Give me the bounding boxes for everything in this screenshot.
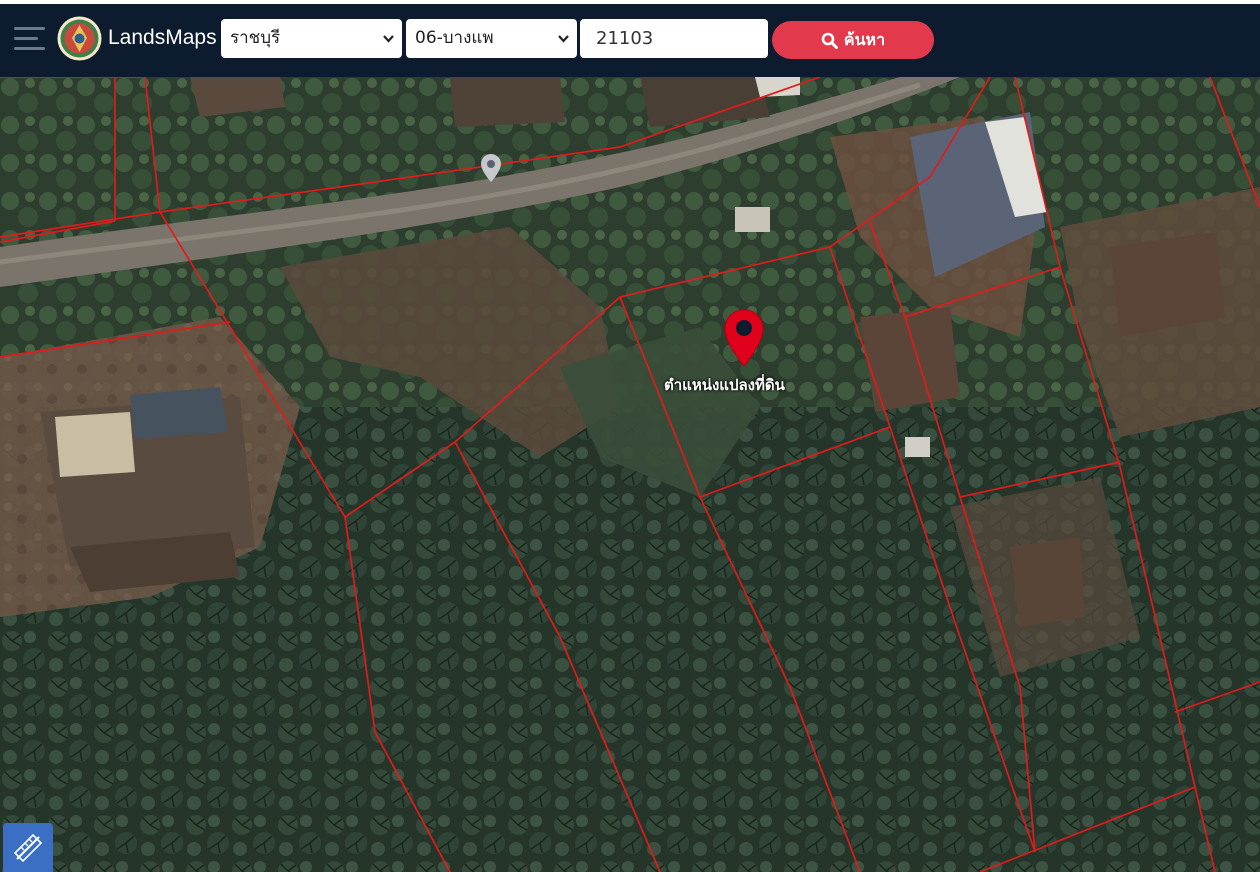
province-select[interactable]: ราชบุรี bbox=[221, 19, 402, 58]
search-icon bbox=[821, 32, 838, 49]
menu-icon[interactable] bbox=[14, 27, 46, 53]
district-select[interactable]: 06-บางแพ bbox=[406, 19, 577, 58]
satellite-map[interactable] bbox=[0, 77, 1260, 872]
chevron-down-icon bbox=[383, 35, 394, 43]
chevron-down-icon bbox=[558, 35, 569, 43]
measure-tool-button[interactable] bbox=[3, 823, 53, 872]
parcel-location-marker-icon[interactable] bbox=[722, 308, 766, 368]
parcel-location-label: ตำแหน่งแปลงที่ดิน bbox=[664, 376, 785, 394]
place-pin-icon[interactable] bbox=[481, 154, 501, 182]
ruler-measure-icon bbox=[13, 833, 43, 862]
search-button[interactable]: ค้นหา bbox=[772, 21, 934, 59]
district-value: 06-บางแพ bbox=[415, 28, 494, 48]
parcel-number-input[interactable]: 21103 bbox=[580, 19, 768, 58]
satellite-imagery bbox=[0, 77, 1260, 872]
brand-name: LandsMaps bbox=[108, 26, 217, 49]
province-value: ราชบุรี bbox=[230, 28, 281, 48]
department-of-lands-logo[interactable] bbox=[57, 16, 102, 61]
search-button-label: ค้นหา bbox=[843, 29, 886, 49]
top-bar: LandsMaps ราชบุรี 06-บางแพ 21103 ค้นหา bbox=[0, 0, 1260, 77]
